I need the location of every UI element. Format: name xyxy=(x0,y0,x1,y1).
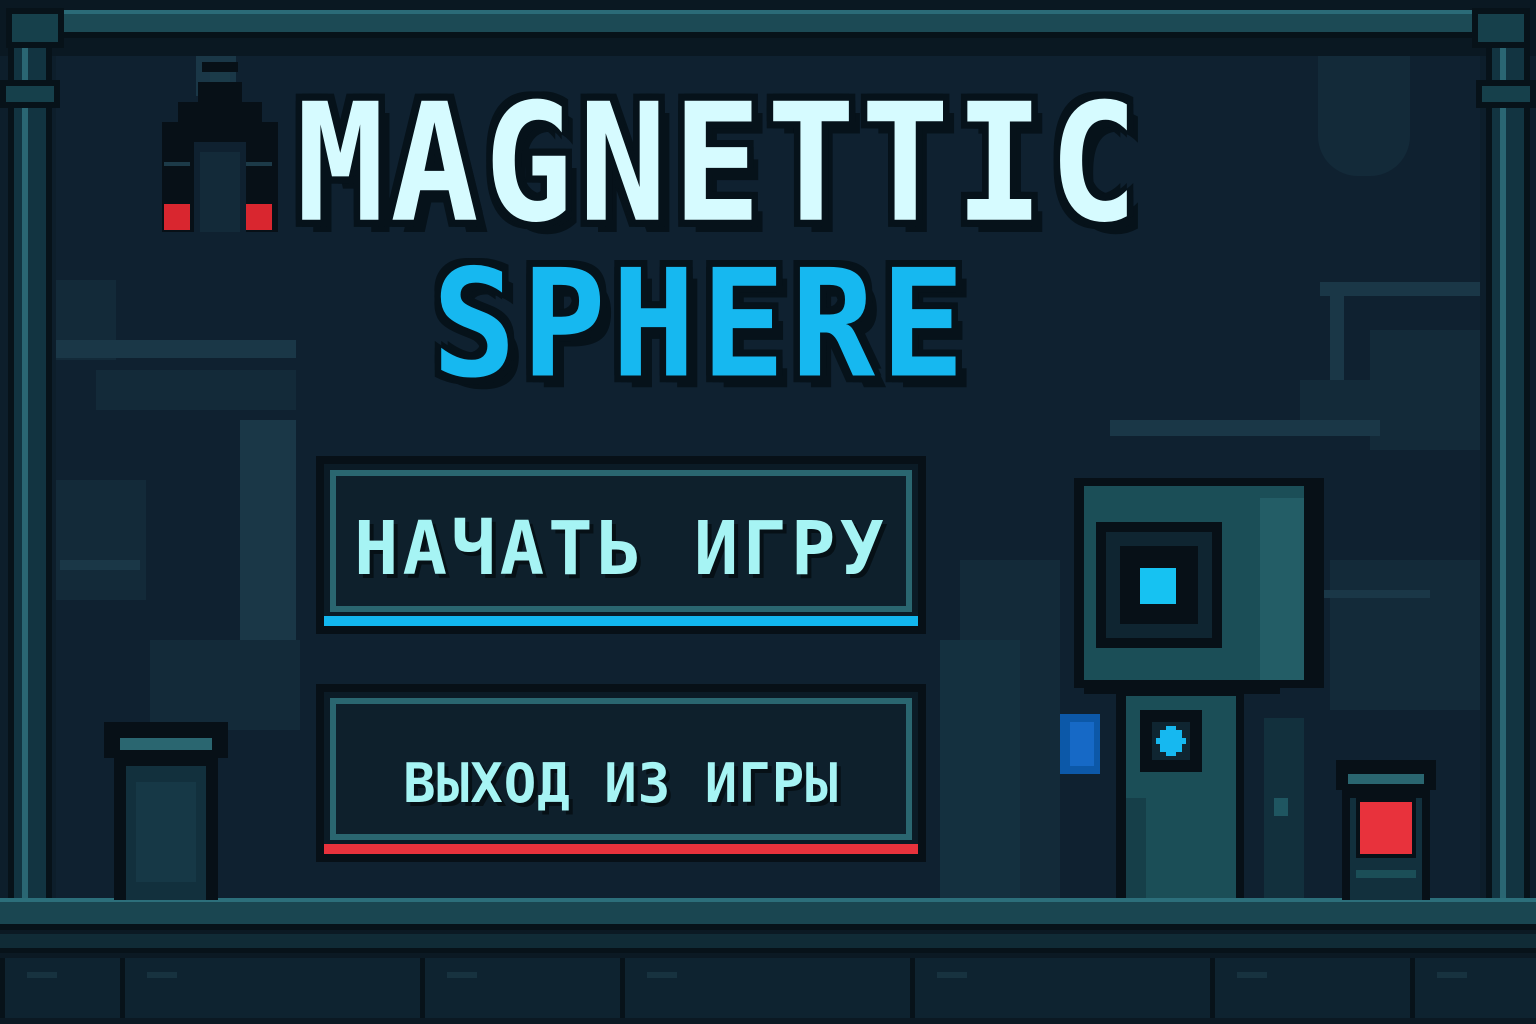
start-game-label: НАЧАТЬ ИГРУ xyxy=(353,506,889,592)
floor xyxy=(0,898,1536,1024)
exit-game-button[interactable]: ВЫХОД ИЗ ИГРЫ xyxy=(316,684,926,862)
game-title-line-2: SPHERE xyxy=(432,237,971,411)
start-button-accent-bar xyxy=(324,616,918,626)
top-frame xyxy=(0,0,1536,56)
left-pillar-cap xyxy=(0,80,60,108)
exit-button-accent-bar xyxy=(324,844,918,854)
left-canister-icon xyxy=(104,722,228,900)
top-right-corner xyxy=(1472,8,1530,48)
top-left-corner xyxy=(6,8,64,48)
game-title-line-1: MAGNETTIC xyxy=(296,67,1144,259)
left-pillar xyxy=(8,48,52,908)
exit-game-label: ВЫХОД ИЗ ИГРЫ xyxy=(403,752,839,815)
canister-icon xyxy=(1336,760,1436,900)
magnet-icon xyxy=(150,62,290,242)
right-pillar-cap xyxy=(1476,80,1536,108)
robot-sprite xyxy=(1060,478,1330,898)
start-game-button[interactable]: НАЧАТЬ ИГРУ xyxy=(316,456,926,634)
right-pillar xyxy=(1486,48,1530,908)
